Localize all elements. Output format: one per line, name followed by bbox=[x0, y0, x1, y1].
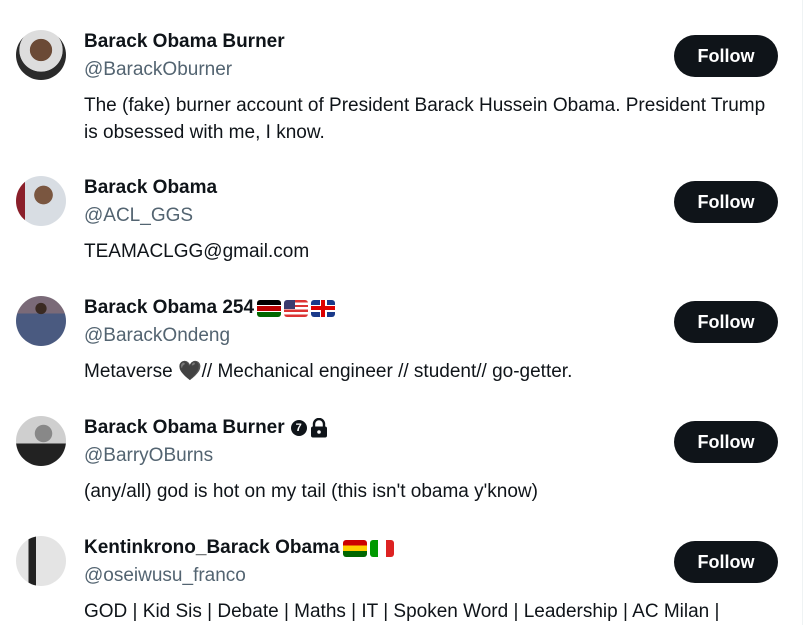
user-bio: TEAMACLGG@gmail.com bbox=[84, 241, 310, 262]
follow-button[interactable]: Follow bbox=[674, 181, 778, 223]
avatar[interactable] bbox=[16, 176, 66, 226]
display-name[interactable]: Barack Obama bbox=[84, 177, 217, 199]
avatar[interactable] bbox=[16, 296, 66, 346]
user-bio: The (fake) burner account of President B… bbox=[84, 95, 766, 143]
user-handle[interactable]: @oseiwusu_franco bbox=[84, 565, 246, 587]
scrollbar-edge bbox=[802, 0, 803, 625]
display-name: Barack Obama 254 bbox=[84, 297, 255, 318]
uk-flag-icon bbox=[311, 299, 336, 317]
avatar[interactable] bbox=[16, 30, 66, 80]
avatar[interactable] bbox=[16, 416, 66, 466]
user-handle[interactable]: @BarryOBurns bbox=[84, 445, 213, 467]
display-name-container[interactable]: Kentinkrono_Barack Obama bbox=[84, 537, 394, 559]
display-name[interactable]: Barack Obama Burner bbox=[84, 31, 285, 53]
lock-icon bbox=[310, 418, 327, 438]
user-bio: (any/all) god is hot on my tail (this is… bbox=[84, 481, 538, 502]
kenya-flag-icon bbox=[257, 299, 282, 317]
italy-flag-icon bbox=[369, 539, 394, 557]
ghana-flag-icon bbox=[342, 539, 367, 557]
user-bio: GOD | Kid Sis | Debate | Maths | IT | Sp… bbox=[84, 601, 720, 622]
user-handle[interactable]: @ACL_GGS bbox=[84, 205, 193, 227]
follow-button[interactable]: Follow bbox=[674, 421, 778, 463]
display-name-container[interactable]: Barack Obama Burner 7 bbox=[84, 417, 328, 439]
usa-flag-icon bbox=[284, 299, 309, 317]
display-name-container[interactable]: Barack Obama 254 bbox=[84, 297, 336, 319]
avatar[interactable] bbox=[16, 536, 66, 586]
follow-button[interactable]: Follow bbox=[674, 301, 778, 343]
follow-button[interactable]: Follow bbox=[674, 35, 778, 77]
display-name: Barack Obama Burner bbox=[84, 417, 285, 438]
number-badge-icon: 7 bbox=[290, 420, 307, 436]
user-handle[interactable]: @BarackOburner bbox=[84, 59, 232, 81]
follow-button[interactable]: Follow bbox=[674, 541, 778, 583]
user-handle[interactable]: @BarackOndeng bbox=[84, 325, 230, 347]
display-name: Kentinkrono_Barack Obama bbox=[84, 537, 340, 558]
user-bio: Metaverse 🖤// Mechanical engineer // stu… bbox=[84, 361, 573, 382]
